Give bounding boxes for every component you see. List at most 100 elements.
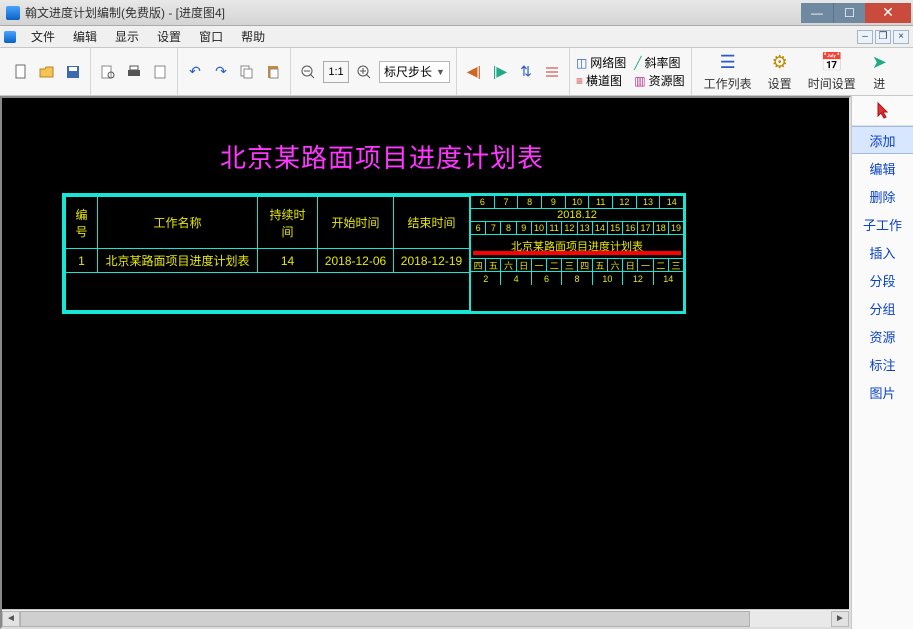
col-no: 编号 <box>66 197 98 249</box>
timeline-cell: 五 <box>593 259 608 271</box>
zoom-in-button[interactable] <box>353 61 375 83</box>
timeline-cell: 12 <box>613 196 637 208</box>
window-title: 翰文进度计划编制(免费版) - [进度图4] <box>25 4 801 21</box>
ruler-step-select[interactable]: 标尺步长 ▼ <box>379 61 450 83</box>
menu-help[interactable]: 帮助 <box>232 28 274 45</box>
mdi-close-button[interactable]: × <box>893 30 909 44</box>
timeline-cell: 三 <box>669 259 683 271</box>
side-图片[interactable]: 图片 <box>852 378 913 406</box>
paste-button[interactable] <box>262 61 284 83</box>
print-button[interactable] <box>123 61 145 83</box>
timeline-cell: 6 <box>532 272 562 285</box>
cell-no: 1 <box>66 249 98 273</box>
col-duration: 持续时间 <box>258 197 318 249</box>
page-setup-button[interactable] <box>149 61 171 83</box>
page-icon <box>152 64 168 80</box>
expand-vert-button[interactable] <box>541 61 563 83</box>
timeline-cell: 四 <box>578 259 593 271</box>
mdi-minimize-button[interactable]: – <box>857 30 873 44</box>
view-resource-button[interactable]: ▥资源图 <box>634 72 684 89</box>
copy-icon <box>239 64 255 80</box>
maximize-button[interactable]: ☐ <box>833 3 865 23</box>
bars-icon <box>544 64 560 80</box>
table-row[interactable]: 1 北京某路面项目进度计划表 14 2018-12-06 2018-12-19 <box>66 249 470 273</box>
col-end: 结束时间 <box>394 197 470 249</box>
view-network-button[interactable]: ◫网络图 <box>576 54 626 71</box>
timeline-cell: 17 <box>638 222 653 234</box>
copy-button[interactable] <box>236 61 258 83</box>
chevron-down-icon: ▼ <box>436 67 445 77</box>
timeline-cell: 19 <box>669 222 683 234</box>
menu-bar: 文件 编辑 显示 设置 窗口 帮助 – ❐ × <box>0 26 913 48</box>
scroll-track[interactable] <box>20 611 831 627</box>
zoom-out-icon <box>300 64 316 80</box>
close-button[interactable]: ✕ <box>865 3 911 23</box>
timeline-cell: 13 <box>578 222 593 234</box>
cell-name: 北京某路面项目进度计划表 <box>98 249 258 273</box>
timeline-cell: 10 <box>593 272 623 285</box>
menu-view[interactable]: 显示 <box>106 28 148 45</box>
timeline-cell: 2 <box>471 272 501 285</box>
timeline-cell: 16 <box>623 222 638 234</box>
timeline-cell: 8 <box>518 196 542 208</box>
cursor-tool[interactable] <box>852 96 913 126</box>
timeline-top: 67891011121314 <box>471 196 683 209</box>
zoom-out-button[interactable] <box>297 61 319 83</box>
shrink-right-button[interactable]: |▶ <box>489 61 511 83</box>
timeline-cell: 10 <box>566 196 590 208</box>
mdi-restore-button[interactable]: ❐ <box>875 30 891 44</box>
menu-window[interactable]: 窗口 <box>190 28 232 45</box>
save-button[interactable] <box>62 61 84 83</box>
view-crossroad-button[interactable]: ≡横道图 <box>576 72 626 89</box>
view-slope-button[interactable]: ╱斜率图 <box>634 54 684 71</box>
scroll-left-button[interactable]: ◄ <box>2 611 20 627</box>
col-name: 工作名称 <box>98 197 258 249</box>
timeline-cell: 15 <box>608 222 623 234</box>
scroll-right-button[interactable]: ► <box>831 611 849 627</box>
scroll-thumb[interactable] <box>20 611 750 627</box>
side-分段[interactable]: 分段 <box>852 266 913 294</box>
timeline-cell: 9 <box>517 222 532 234</box>
menu-edit[interactable]: 编辑 <box>64 28 106 45</box>
time-settings-button[interactable]: 📅 时间设置 <box>802 52 862 92</box>
timeline-cell: 13 <box>637 196 661 208</box>
minimize-button[interactable]: — <box>801 3 833 23</box>
schedule-canvas[interactable]: 北京某路面项目进度计划表 编号 工作名称 持续时间 开始时间 结束时间 1 <box>2 98 849 609</box>
redo-button[interactable]: ↷ <box>210 61 232 83</box>
timeline-cell: 7 <box>495 196 519 208</box>
gantt-row[interactable]: 北京某路面项目进度计划表 <box>471 235 683 259</box>
side-删除[interactable]: 删除 <box>852 182 913 210</box>
timeline-cell: 10 <box>532 222 547 234</box>
shrink-left-button[interactable]: ◀| <box>463 61 485 83</box>
settings-button[interactable]: ⚙设置 <box>762 52 798 92</box>
side-编辑[interactable]: 编辑 <box>852 154 913 182</box>
undo-button[interactable]: ↶ <box>184 61 206 83</box>
timeline-weekdays: 四五六日一二三四五六日一二三 <box>471 259 683 272</box>
timeline-cell: 14 <box>660 196 683 208</box>
timeline-cell: 12 <box>562 222 577 234</box>
ruler-step-label: 标尺步长 <box>384 63 432 80</box>
calendar-icon: 📅 <box>820 52 842 73</box>
timeline-mid: 678910111213141516171819 <box>471 222 683 235</box>
side-子工作[interactable]: 子工作 <box>852 210 913 238</box>
zoom-reset-button[interactable]: 1:1 <box>323 61 349 83</box>
folder-open-icon <box>39 64 55 80</box>
horizontal-scrollbar[interactable]: ◄ ► <box>2 609 849 627</box>
menu-settings[interactable]: 设置 <box>148 28 190 45</box>
menu-file[interactable]: 文件 <box>22 28 64 45</box>
empty-row <box>66 273 470 311</box>
side-分组[interactable]: 分组 <box>852 294 913 322</box>
side-资源[interactable]: 资源 <box>852 322 913 350</box>
enter-button[interactable]: ➤进 <box>866 52 893 92</box>
collapse-vert-button[interactable]: ⇅ <box>515 61 537 83</box>
timeline-cell: 8 <box>562 272 592 285</box>
print-preview-button[interactable] <box>97 61 119 83</box>
side-标注[interactable]: 标注 <box>852 350 913 378</box>
side-插入[interactable]: 插入 <box>852 238 913 266</box>
time-settings-label: 时间设置 <box>808 75 856 92</box>
new-file-button[interactable] <box>10 61 32 83</box>
side-添加[interactable]: 添加 <box>852 126 913 154</box>
timeline-cell: 14 <box>593 222 608 234</box>
worklist-button[interactable]: ☰工作列表 <box>698 52 758 92</box>
open-file-button[interactable] <box>36 61 58 83</box>
